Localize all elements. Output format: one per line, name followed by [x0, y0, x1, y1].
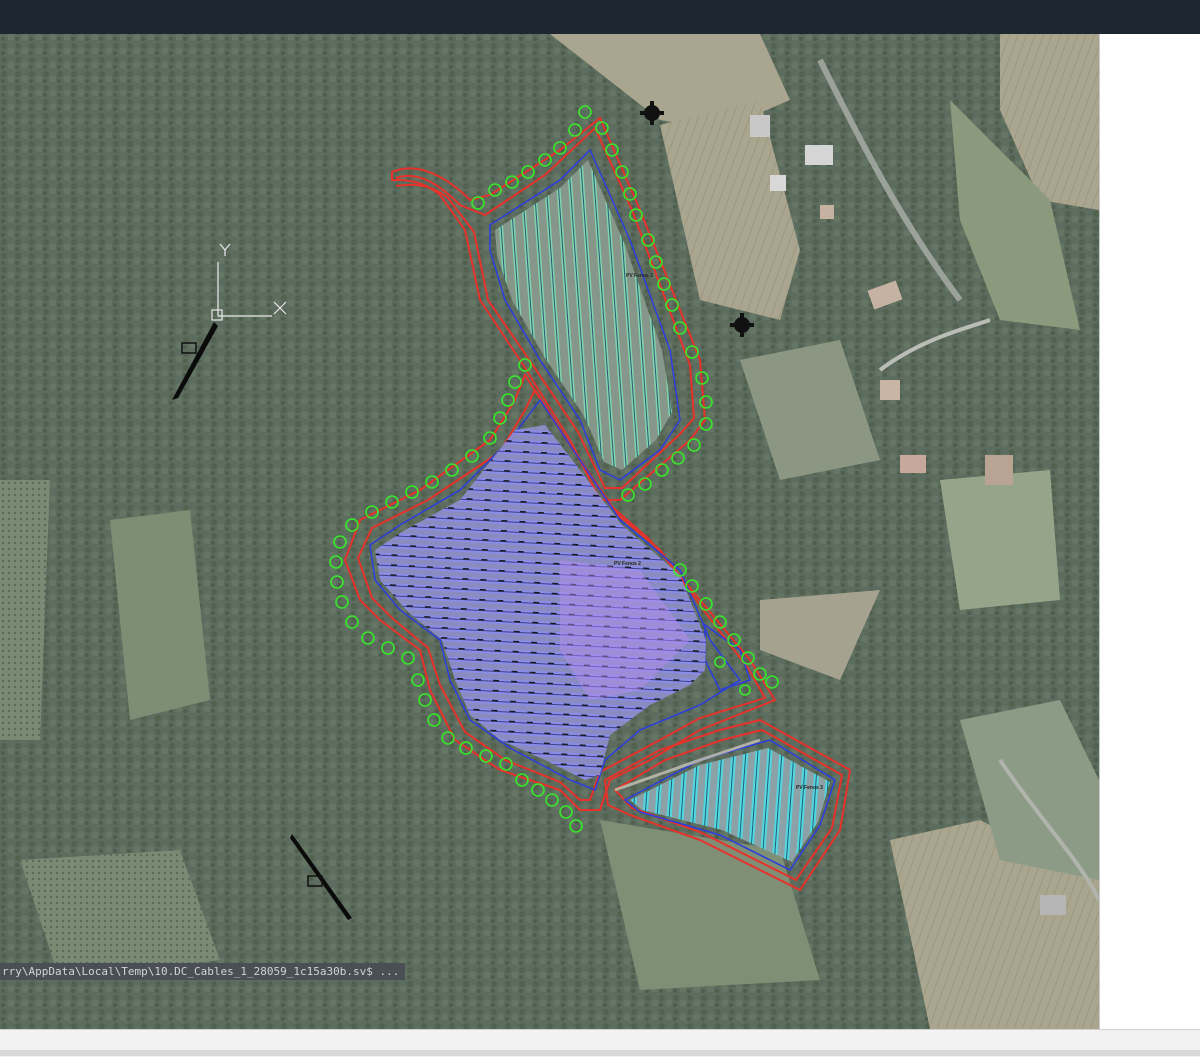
- phase-label-south: PV Fenos 3: [796, 785, 823, 791]
- command-line-tooltip: rry\AppData\Local\Temp\10.DC_Cables_1_28…: [0, 963, 406, 980]
- right-side-panel: [1099, 34, 1200, 1029]
- phase-label-north: PV Fenos 3: [626, 273, 653, 279]
- drawing-viewport[interactable]: PV Fenos 3 PV Fenos 2 PV Fenos 3: [0, 34, 1099, 1029]
- phase-label-center: PV Fenos 2: [614, 561, 641, 567]
- cad-drawing: [0, 34, 1099, 1029]
- status-bar-edge: [0, 1050, 1200, 1056]
- title-bar: [0, 0, 1200, 34]
